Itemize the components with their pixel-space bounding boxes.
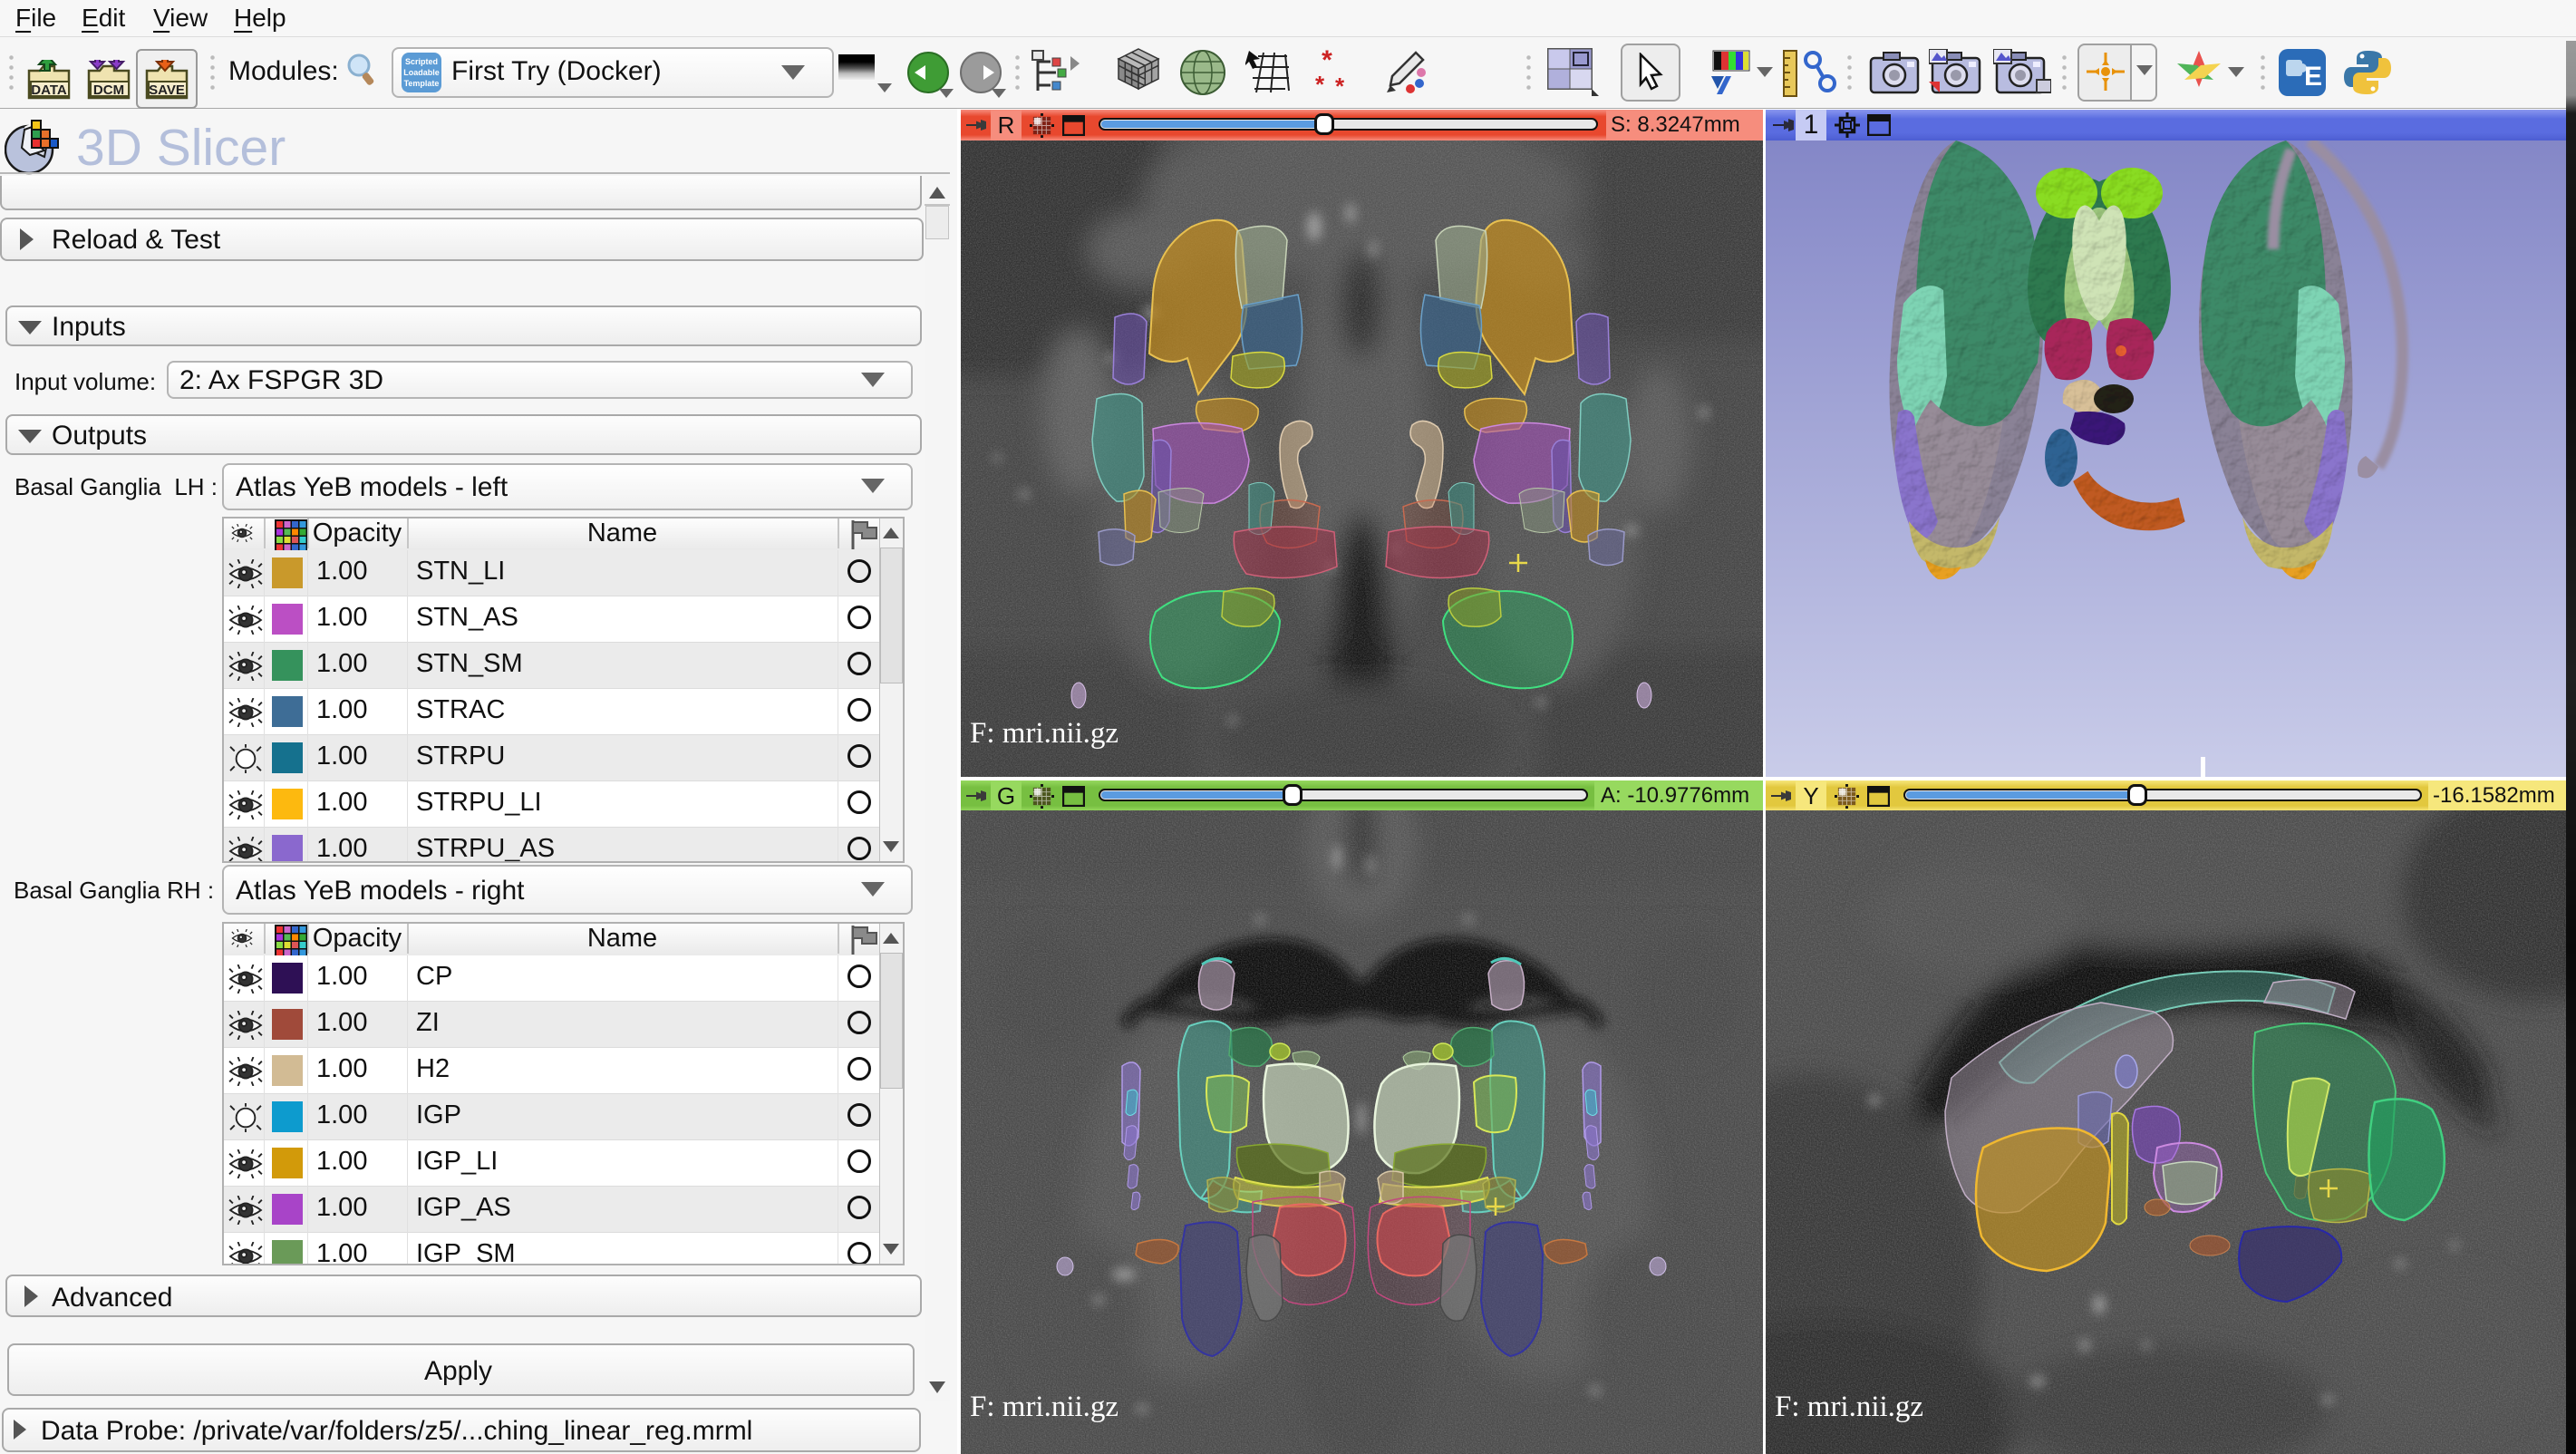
svg-text:*: *	[1315, 71, 1325, 96]
svg-text:DATA: DATA	[31, 82, 67, 98]
svg-text:Scripted: Scripted	[405, 57, 438, 66]
svg-text:Template: Template	[404, 79, 440, 88]
svg-text:E: E	[2304, 62, 2322, 92]
svg-text:SAVE: SAVE	[149, 82, 185, 98]
svg-text:Loadable: Loadable	[403, 68, 440, 77]
svg-text:DCM: DCM	[93, 82, 124, 98]
svg-text:*: *	[1335, 73, 1345, 96]
